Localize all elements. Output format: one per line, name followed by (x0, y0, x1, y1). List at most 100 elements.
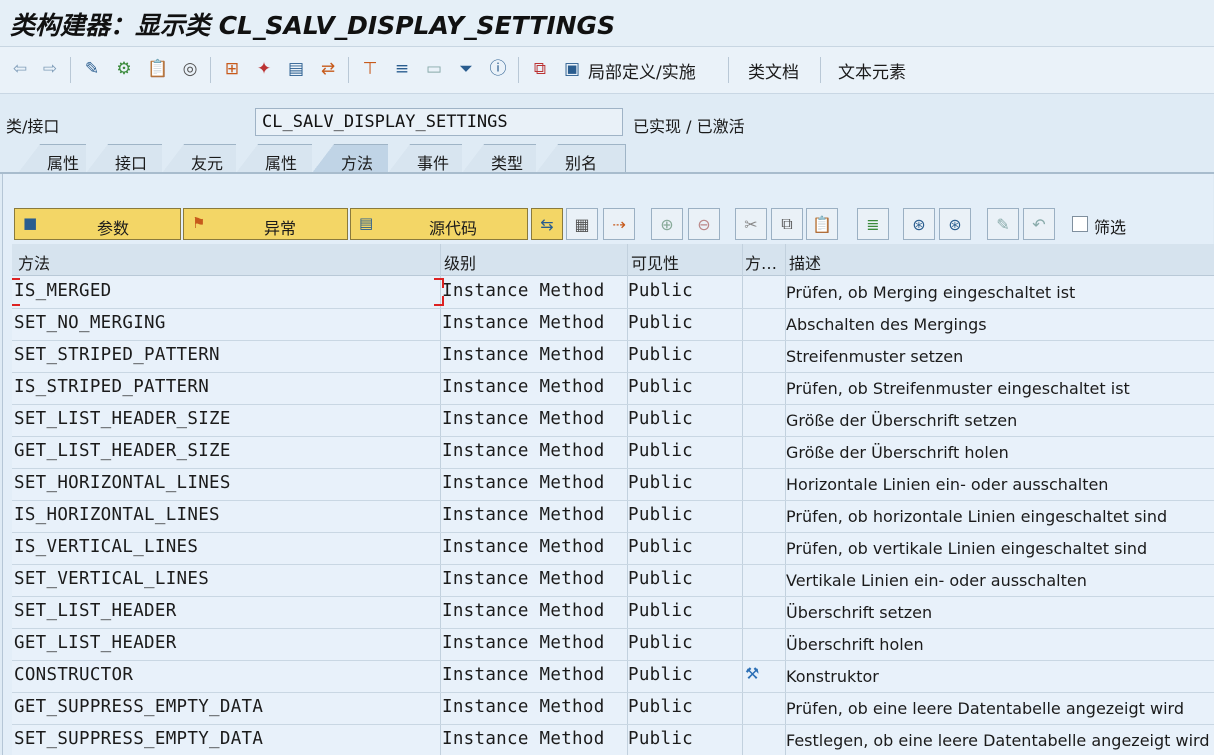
tab-label: 事件 (417, 154, 450, 173)
insert-row-icon[interactable]: ⊕ (651, 208, 683, 240)
find-icon[interactable]: ⊛ (903, 208, 935, 240)
exceptions-button[interactable]: ⚑ 异常 (183, 208, 348, 240)
method-name-cell[interactable]: IS_VERTICAL_LINES (14, 537, 198, 557)
table-row[interactable]: SET_HORIZONTAL_LINES Instance Method Publi… (12, 468, 1214, 501)
method-description-cell: Horizontale Linien ein- oder ausschalten (786, 475, 1109, 494)
method-level-cell: Instance Method (442, 345, 605, 365)
toolbar-separator (210, 57, 211, 83)
local-class-icon[interactable]: ⧉ (528, 57, 552, 81)
navigate-icon[interactable]: ⇆ (531, 208, 563, 240)
find-next-icon[interactable]: ⊛ (939, 208, 971, 240)
method-name-cell[interactable]: GET_LIST_HEADER_SIZE (14, 441, 231, 461)
target-icon[interactable]: ◎ (178, 57, 202, 81)
delete-row-icon[interactable]: ⊖ (688, 208, 720, 240)
toolbar-separator (518, 57, 519, 83)
parameters-button[interactable]: ■ 参数 (14, 208, 181, 240)
table-row[interactable]: SET_LIST_HEADER Instance Method Public Über… (12, 596, 1214, 629)
method-visibility-cell: Public (628, 505, 694, 525)
table-row[interactable]: SET_LIST_HEADER_SIZE Instance Method Publi… (12, 404, 1214, 437)
table-row[interactable]: SET_VERTICAL_LINES Instance Method Public V… (12, 564, 1214, 597)
toolbar-separator (728, 57, 729, 83)
table-row[interactable]: CONSTRUCTOR Instance Method Public ⚒ Konstru… (12, 660, 1214, 693)
method-visibility-cell: Public (628, 409, 694, 429)
table-row[interactable]: GET_LIST_HEADER Instance Method Public Über… (12, 628, 1214, 661)
filter-label: 筛选 (1094, 218, 1127, 237)
column-header-level[interactable]: 级别 (444, 250, 476, 274)
edit-icon[interactable]: ✎ (987, 208, 1019, 240)
text-elements-button[interactable]: 文本元素 (838, 58, 906, 83)
method-visibility-cell: Public (628, 441, 694, 461)
class-name-field[interactable]: CL_SALV_DISPLAY_SETTINGS (255, 108, 623, 136)
move-icon[interactable]: ⇢ (603, 208, 635, 240)
back-arrow-icon[interactable]: ⇦ (8, 57, 32, 81)
selection-marker (12, 296, 20, 306)
table-row[interactable]: GET_SUPPRESS_EMPTY_DATA Instance Method Pu… (12, 692, 1214, 725)
table-row[interactable]: SET_STRIPED_PATTERN Instance Method Public… (12, 340, 1214, 373)
method-name-cell[interactable]: SET_LIST_HEADER (14, 601, 177, 621)
method-name-cell[interactable]: GET_SUPPRESS_EMPTY_DATA (14, 697, 263, 717)
local-definitions-button[interactable]: 局部定义/实施 (588, 58, 696, 83)
filter-checkbox[interactable] (1072, 216, 1088, 232)
objects-icon[interactable]: ⚙ (112, 57, 136, 81)
cut-icon[interactable]: ✂ (735, 208, 767, 240)
info-icon[interactable]: ⓘ (486, 57, 510, 81)
method-level-cell: Instance Method (442, 697, 605, 717)
window-icon[interactable]: ▭ (422, 57, 446, 81)
title-bar: 类构建器：显示类 CL_SALV_DISPLAY_SETTINGS (0, 0, 1214, 47)
method-name-cell[interactable]: SET_STRIPED_PATTERN (14, 345, 220, 365)
paste-icon[interactable]: 📋 (146, 57, 170, 81)
method-name-cell[interactable]: SET_LIST_HEADER_SIZE (14, 409, 231, 429)
method-level-cell: Instance Method (442, 473, 605, 493)
transfer-icon[interactable]: ⇄ (316, 57, 340, 81)
tab-aliases[interactable]: 别名 (536, 144, 626, 173)
method-level-cell: Instance Method (442, 601, 605, 621)
method-description-cell: Überschrift setzen (786, 603, 933, 622)
method-description-cell: Prüfen, ob Merging eingeschaltet ist (786, 283, 1076, 302)
method-description-cell: Prüfen, ob Streifenmuster eingeschaltet … (786, 379, 1130, 398)
method-level-cell: Instance Method (442, 377, 605, 397)
column-header-method-type[interactable]: 方… (745, 250, 785, 274)
glasses-pencil-icon[interactable]: ✎ (80, 57, 104, 81)
method-name-cell[interactable]: IS_STRIPED_PATTERN (14, 377, 209, 397)
paste-icon[interactable]: 📋 (806, 208, 838, 240)
undo-icon[interactable]: ↶ (1023, 208, 1055, 240)
magic-wand-icon[interactable]: ✦ (252, 57, 276, 81)
class-docs-button[interactable]: 类文档 (748, 58, 799, 83)
method-level-cell: Instance Method (442, 569, 605, 589)
display-icon[interactable]: ▤ (284, 57, 308, 81)
hierarchy-icon[interactable]: ⊞ (220, 57, 244, 81)
column-header-visibility[interactable]: 可见性 (631, 250, 679, 274)
table-row[interactable]: IS_STRIPED_PATTERN Instance Method Public P… (12, 372, 1214, 405)
sort-icon[interactable]: ≣ (857, 208, 889, 240)
table-row[interactable]: IS_HORIZONTAL_LINES Instance Method Public… (12, 500, 1214, 533)
column-header-description[interactable]: 描述 (789, 250, 821, 274)
method-name-cell[interactable]: CONSTRUCTOR (14, 665, 133, 685)
table-row[interactable]: IS_VERTICAL_LINES Instance Method Public Pr… (12, 532, 1214, 565)
table-row[interactable]: SET_NO_MERGING Instance Method Public Absch… (12, 308, 1214, 341)
method-description-cell: Vertikale Linien ein- oder ausschalten (786, 571, 1087, 590)
local-doc-icon[interactable]: ▣ (560, 57, 584, 81)
method-name-cell[interactable]: IS_HORIZONTAL_LINES (14, 505, 220, 525)
source-code-button[interactable]: ▤ 源代码 (350, 208, 528, 240)
class-status: 已实现 / 已激活 (633, 117, 745, 136)
copy-icon[interactable]: ⧉ (771, 208, 803, 240)
method-name-cell[interactable]: GET_LIST_HEADER (14, 633, 177, 653)
method-visibility-cell: Public (628, 633, 694, 653)
method-name-cell[interactable]: SET_SUPPRESS_EMPTY_DATA (14, 729, 263, 749)
method-name-cell[interactable]: SET_HORIZONTAL_LINES (14, 473, 231, 493)
source-code-label: 源代码 (429, 219, 478, 238)
forward-arrow-icon[interactable]: ⇨ (38, 57, 62, 81)
column-header-method[interactable]: 方法 (18, 250, 50, 274)
align-icon[interactable]: ≡ (390, 57, 414, 81)
org-chart-icon[interactable]: ⊤ (358, 57, 382, 81)
detail-view-icon[interactable]: ▦ (566, 208, 598, 240)
method-name-cell[interactable]: SET_NO_MERGING (14, 313, 166, 333)
method-name-cell[interactable]: IS_MERGED (14, 281, 112, 301)
filter-icon[interactable]: ⏷ (454, 57, 478, 81)
selection-marker (434, 278, 444, 288)
table-row[interactable]: SET_SUPPRESS_EMPTY_DATA Instance Method Pu… (12, 724, 1214, 755)
method-name-cell[interactable]: SET_VERTICAL_LINES (14, 569, 209, 589)
method-description-cell: Prüfen, ob vertikale Linien eingeschalte… (786, 539, 1148, 558)
table-row[interactable]: GET_LIST_HEADER_SIZE Instance Method Publi… (12, 436, 1214, 469)
table-row[interactable]: IS_MERGED Instance Method Public Prüfen, ob… (12, 276, 1214, 309)
